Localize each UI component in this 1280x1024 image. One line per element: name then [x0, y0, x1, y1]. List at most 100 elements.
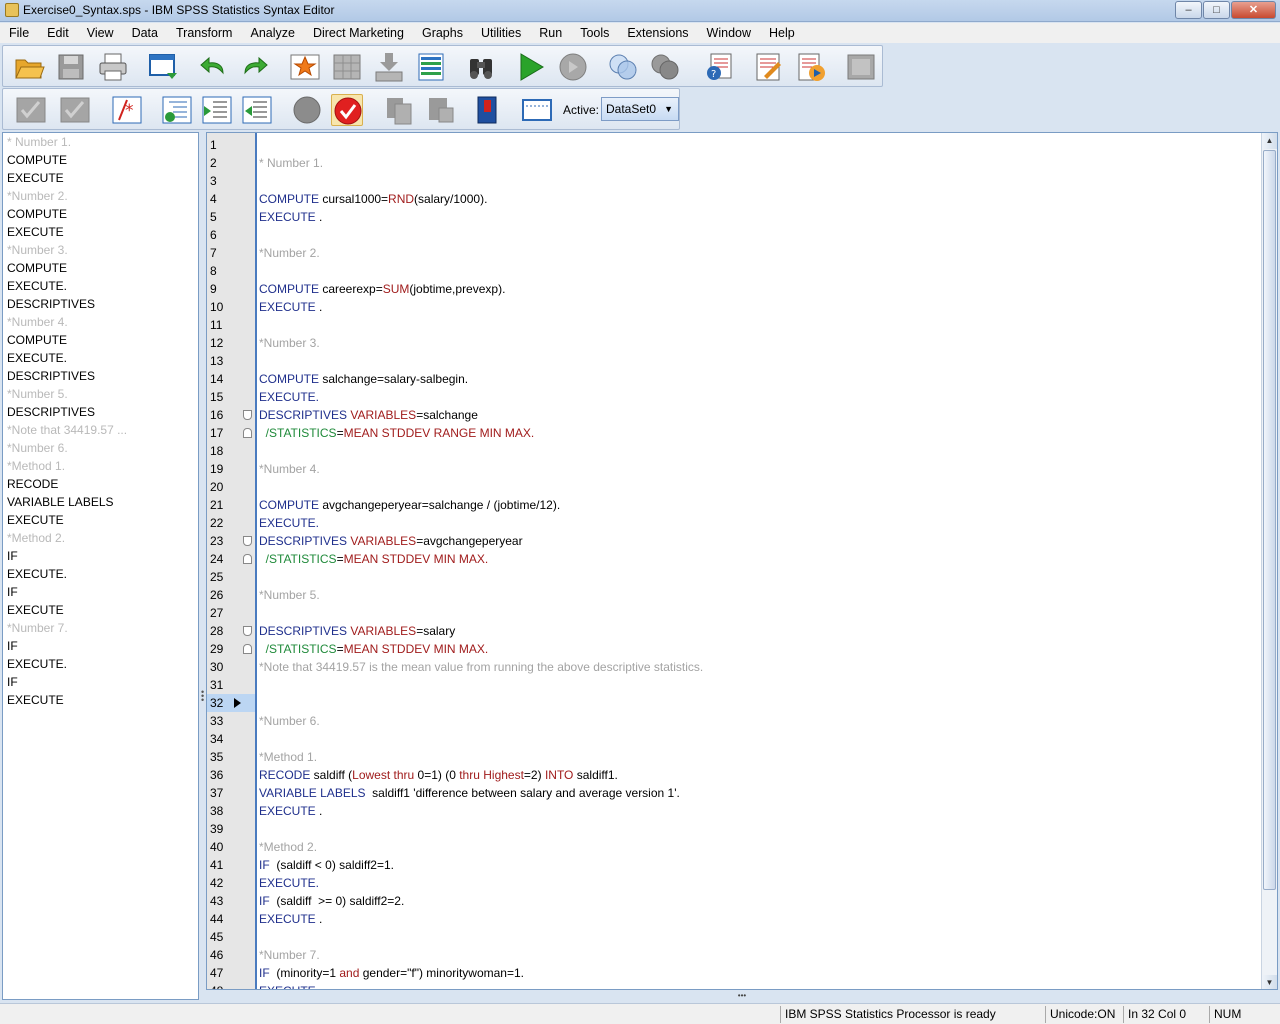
menu-view[interactable]: View [78, 26, 123, 40]
fold-marker-icon[interactable] [243, 410, 252, 420]
code-line[interactable]: 26 *Number 5. [207, 586, 1261, 604]
nav-item[interactable]: *Method 1. [3, 457, 198, 475]
code-line[interactable]: 2 * Number 1. [207, 154, 1261, 172]
ruler-icon[interactable] [521, 94, 553, 126]
code-line[interactable]: 10 EXECUTE . [207, 298, 1261, 316]
redo-icon[interactable] [239, 51, 271, 83]
code-line[interactable]: 8 [207, 262, 1261, 280]
menu-window[interactable]: Window [698, 26, 760, 40]
fold-marker-icon[interactable] [243, 554, 252, 564]
code-line[interactable]: 6 [207, 226, 1261, 244]
menu-analyze[interactable]: Analyze [241, 26, 303, 40]
scroll-up-icon[interactable]: ▲ [1262, 133, 1277, 149]
code-line[interactable]: 13 [207, 352, 1261, 370]
nav-item[interactable]: *Number 5. [3, 385, 198, 403]
scroll-down-icon[interactable]: ▼ [1262, 975, 1277, 989]
code-line[interactable]: 39 [207, 820, 1261, 838]
code-line[interactable]: 31 [207, 676, 1261, 694]
nav-item[interactable]: IF [3, 547, 198, 565]
menu-extensions[interactable]: Extensions [618, 26, 697, 40]
code-line[interactable]: 46 *Number 7. [207, 946, 1261, 964]
menu-run[interactable]: Run [530, 26, 571, 40]
copy-icon[interactable] [383, 94, 415, 126]
outdent-icon[interactable] [161, 94, 193, 126]
code-line[interactable]: 24 /STATISTICS=MEAN STDDEV MIN MAX. [207, 550, 1261, 568]
code-line[interactable]: 30 *Note that 34419.57 is the mean value … [207, 658, 1261, 676]
nav-item[interactable]: COMPUTE [3, 151, 198, 169]
nav-item[interactable]: EXECUTE. [3, 655, 198, 673]
menu-data[interactable]: Data [123, 26, 167, 40]
nav-item[interactable]: EXECUTE [3, 601, 198, 619]
code-line[interactable]: 1 [207, 136, 1261, 154]
code-line[interactable]: 40 *Method 2. [207, 838, 1261, 856]
code-line[interactable]: 7 *Number 2. [207, 244, 1261, 262]
menu-direct-marketing[interactable]: Direct Marketing [304, 26, 413, 40]
menu-file[interactable]: File [0, 26, 38, 40]
code-line[interactable]: 20 [207, 478, 1261, 496]
goto-case-icon[interactable] [289, 51, 321, 83]
code-line[interactable]: 29 /STATISTICS=MEAN STDDEV MIN MAX. [207, 640, 1261, 658]
nav-item[interactable]: EXECUTE [3, 223, 198, 241]
nav-item[interactable]: IF [3, 637, 198, 655]
code-line[interactable]: 14 COMPUTE salchange=salary-salbegin. [207, 370, 1261, 388]
save-icon[interactable] [55, 51, 87, 83]
nav-item[interactable]: VARIABLE LABELS [3, 493, 198, 511]
variables-icon[interactable] [415, 51, 447, 83]
nav-item[interactable]: *Number 6. [3, 439, 198, 457]
asterisk-icon[interactable]: * [111, 94, 143, 126]
menu-transform[interactable]: Transform [167, 26, 242, 40]
code-line[interactable]: 17 /STATISTICS=MEAN STDDEV RANGE MIN MAX… [207, 424, 1261, 442]
code-line[interactable]: 36 RECODE saldiff (Lowest thru 0=1) (0 th… [207, 766, 1261, 784]
nav-item[interactable]: * Number 1. [3, 133, 198, 151]
unindent-icon[interactable] [241, 94, 273, 126]
nav-item[interactable]: IF [3, 583, 198, 601]
code-line[interactable]: 4 COMPUTE cursal1000=RND(salary/1000). [207, 190, 1261, 208]
goto-variable-icon[interactable] [331, 51, 363, 83]
nav-item[interactable]: EXECUTE. [3, 277, 198, 295]
nav-item[interactable]: DESCRIPTIVES [3, 295, 198, 313]
fold-marker-icon[interactable] [243, 644, 252, 654]
code-line[interactable]: 16 DESCRIPTIVES VARIABLES=salchange [207, 406, 1261, 424]
code-line[interactable]: 23 DESCRIPTIVES VARIABLES=avgchangeperyea… [207, 532, 1261, 550]
run-to-end-icon[interactable] [795, 51, 827, 83]
menu-edit[interactable]: Edit [38, 26, 78, 40]
nav-item[interactable]: EXECUTE [3, 169, 198, 187]
code-line[interactable]: 34 [207, 730, 1261, 748]
value-labels-icon[interactable] [649, 51, 681, 83]
nav-item[interactable]: COMPUTE [3, 331, 198, 349]
code-line[interactable]: 37 VARIABLE LABELS saldiff1 'difference b… [207, 784, 1261, 802]
code-line[interactable]: 35 *Method 1. [207, 748, 1261, 766]
nav-item[interactable]: *Note that 34419.57 ... [3, 421, 198, 439]
code-line[interactable]: 48 EXECUTE. [207, 982, 1261, 989]
code-line[interactable]: 44 EXECUTE . [207, 910, 1261, 928]
nav-item[interactable]: EXECUTE [3, 511, 198, 529]
nav-item[interactable]: EXECUTE. [3, 565, 198, 583]
insert-cases-icon[interactable] [373, 51, 405, 83]
nav-item[interactable]: *Number 4. [3, 313, 198, 331]
fold-marker-icon[interactable] [243, 626, 252, 636]
scroll-thumb[interactable] [1263, 150, 1276, 890]
print-icon[interactable] [97, 51, 129, 83]
code-line[interactable]: 11 [207, 316, 1261, 334]
nav-item[interactable]: RECODE [3, 475, 198, 493]
code-line[interactable]: 32 [207, 694, 1261, 712]
code-line[interactable]: 43 IF (saldiff >= 0) saldiff2=2. [207, 892, 1261, 910]
paste-icon[interactable] [425, 94, 457, 126]
nav-item[interactable]: *Number 2. [3, 187, 198, 205]
indent-icon[interactable] [201, 94, 233, 126]
menu-help[interactable]: Help [760, 26, 804, 40]
code-line[interactable]: 19 *Number 4. [207, 460, 1261, 478]
active-dataset-dropdown[interactable]: DataSet0 ▼ [601, 97, 679, 121]
fold-marker-icon[interactable] [243, 428, 252, 438]
code-line[interactable]: 45 [207, 928, 1261, 946]
recall-dialog-icon[interactable] [147, 51, 179, 83]
select-cases-icon[interactable] [607, 51, 639, 83]
nav-item[interactable]: *Number 3. [3, 241, 198, 259]
nav-item[interactable]: EXECUTE. [3, 349, 198, 367]
nav-item[interactable]: IF [3, 673, 198, 691]
menu-utilities[interactable]: Utilities [472, 26, 530, 40]
nav-item[interactable]: *Method 2. [3, 529, 198, 547]
editor-vertical-scrollbar[interactable]: ▲ ▼ [1261, 133, 1277, 989]
code-line[interactable]: 38 EXECUTE . [207, 802, 1261, 820]
menu-graphs[interactable]: Graphs [413, 26, 472, 40]
